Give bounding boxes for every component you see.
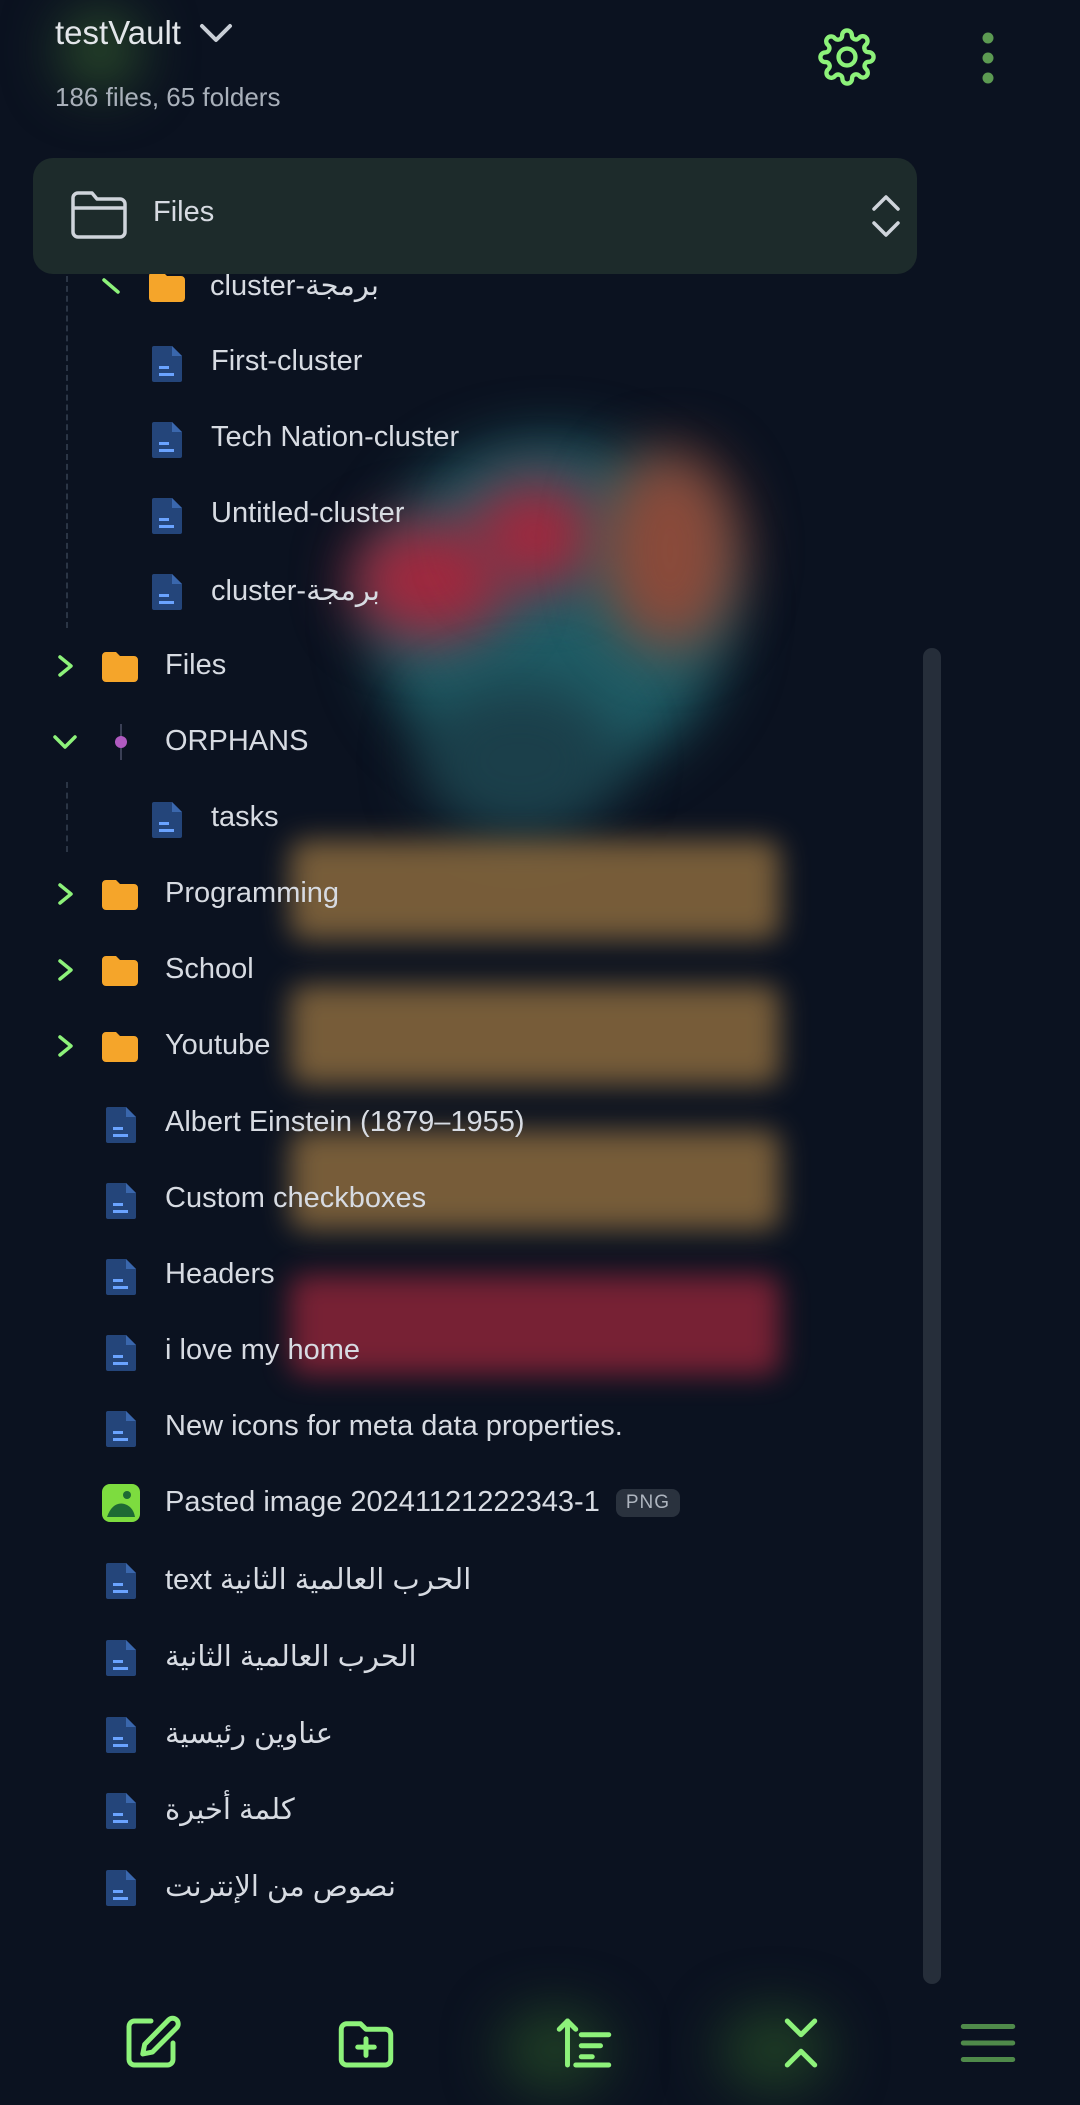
scrollbar[interactable] [923,648,941,1984]
bottom-toolbar [0,1990,1080,2105]
folder-icon [102,956,138,986]
file-row[interactable]: text الحرب العالمية الثانية [0,1541,900,1617]
folder-row-youtube[interactable]: Youtube [0,1008,900,1084]
file-icon [106,1563,136,1599]
file-label: كلمة أخيرة [165,1794,295,1826]
file-icon [152,422,182,458]
file-label: text الحرب العالمية الثانية [165,1564,472,1596]
file-row[interactable]: Custom checkboxes [0,1161,900,1237]
chevron-right-icon [58,655,73,677]
file-icon [106,1870,136,1906]
file-icon [106,1411,136,1447]
chevron-right-icon [58,1035,73,1057]
chevron-down-icon [102,278,120,294]
file-icon [106,1640,136,1676]
file-icon [152,802,182,838]
file-label: Tech Nation-cluster [211,421,460,453]
image-file-icon [102,1484,140,1522]
folder-label: Youtube [165,1029,271,1061]
file-label: Headers [165,1258,275,1290]
folder-label: Files [165,649,227,681]
file-row[interactable]: First-cluster [0,324,900,400]
file-icon [106,1107,136,1143]
folder-icon [102,652,138,682]
file-row[interactable]: Headers [0,1237,900,1313]
file-row[interactable]: Albert Einstein (1879–1955) [0,1085,900,1161]
folder-icon [102,1032,138,1062]
view-selector[interactable]: Files [33,158,917,274]
file-icon [152,498,182,534]
file-label: نصوص من الإنترنت [165,1871,396,1903]
file-icon [106,1259,136,1295]
file-row[interactable]: tasks [0,780,900,856]
file-label: i love my home [165,1334,361,1366]
folder-label: School [165,953,254,985]
image-file-row[interactable]: Pasted image 20241121222343-1 PNG [0,1465,900,1541]
file-row[interactable]: نصوص من الإنترنت [0,1848,900,1924]
file-label: الحرب العالمية الثانية [165,1641,417,1673]
chevron-down-icon [53,735,77,749]
orphans-dot-icon [115,724,127,760]
new-folder-icon[interactable] [333,2010,399,2076]
file-label: Custom checkboxes [165,1182,427,1214]
folder-label: Programming [165,877,340,909]
chevron-up-down-icon [872,195,900,237]
folder-label: ORPHANS [165,725,309,757]
file-row[interactable]: الحرب العالمية الثانية [0,1618,900,1694]
folder-row-files[interactable]: Files [0,628,900,704]
file-icon [106,1717,136,1753]
file-row[interactable]: Untitled-cluster [0,476,900,552]
file-row[interactable]: cluster-برمجة [0,552,900,628]
sort-icon[interactable] [551,2010,617,2076]
file-row[interactable]: كلمة أخيرة [0,1771,900,1847]
file-label: Untitled-cluster [211,497,405,529]
file-label: عناوين رئيسية [165,1718,334,1750]
folder-outline-icon [71,191,127,239]
file-label: Pasted image 20241121222343-1 [165,1486,600,1518]
file-icon [106,1793,136,1829]
chevron-right-icon [58,959,73,981]
file-tree: cluster-برمجة First-cluster Tech Nation-… [0,0,1080,1984]
menu-icon[interactable] [955,2010,1021,2076]
folder-row-orphans[interactable]: ORPHANS [0,704,900,780]
file-icon [152,346,182,382]
file-icon [152,574,182,610]
file-row[interactable]: New icons for meta data properties. [0,1389,900,1465]
view-selector-label: Files [153,196,215,228]
file-label: cluster-برمجة [211,575,380,607]
file-label: New icons for meta data properties. [165,1410,623,1442]
folder-row-programming[interactable]: Programming [0,856,900,932]
chevron-right-icon [58,883,73,905]
collapse-all-icon[interactable] [768,2010,834,2076]
file-icon [106,1183,136,1219]
file-row[interactable]: عناوين رئيسية [0,1695,900,1771]
file-row[interactable]: Tech Nation-cluster [0,400,900,476]
png-badge: PNG [615,1489,681,1518]
folder-icon [102,880,138,910]
file-icon [106,1335,136,1371]
file-label: Albert Einstein (1879–1955) [165,1106,525,1138]
folder-row-school[interactable]: School [0,932,900,1008]
file-label-with-badge: Pasted image 20241121222343-1 PNG [165,1486,681,1519]
file-label: First-cluster [211,345,363,377]
new-note-icon[interactable] [118,2010,184,2076]
file-row[interactable]: i love my home [0,1313,900,1389]
file-label: tasks [211,801,279,833]
